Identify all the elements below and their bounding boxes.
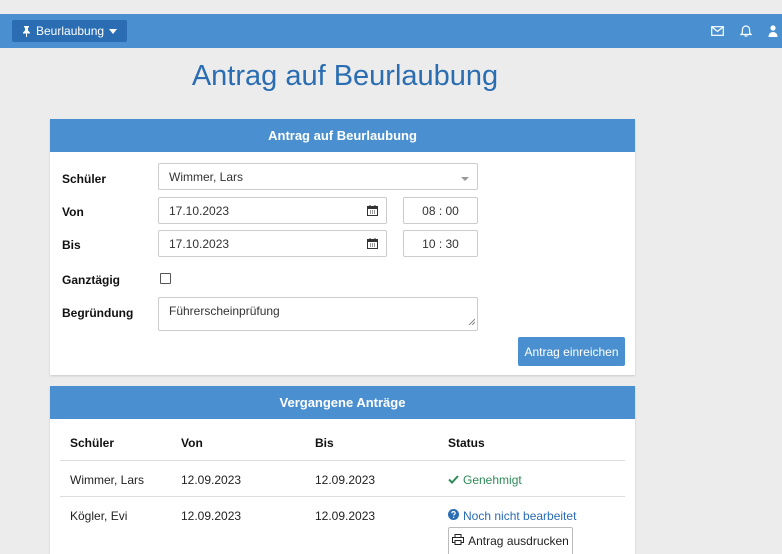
bell-icon[interactable] [740, 24, 752, 38]
column-header-status: Status [448, 436, 485, 450]
status-text: Genehmigt [463, 473, 522, 487]
select-caret-icon [461, 177, 469, 181]
check-icon [448, 473, 459, 487]
past-requests-header: Vergangene Anträge [50, 386, 635, 419]
question-circle-icon [448, 509, 459, 523]
status-badge-pending: Noch nicht bearbeitet [448, 509, 576, 523]
user-icon[interactable] [768, 25, 778, 37]
ganztaegig-checkbox[interactable] [160, 273, 171, 284]
begruendung-value: Führerscheinprüfung [169, 304, 280, 318]
von-date-value: 17.10.2023 [169, 203, 230, 218]
bis-label: Bis [62, 238, 81, 252]
row-von: 12.09.2023 [181, 509, 242, 523]
row-schueler: Wimmer, Lars [70, 473, 145, 487]
row-divider [60, 496, 625, 497]
begruendung-textarea[interactable]: Führerscheinprüfung [158, 297, 478, 331]
schueler-label: Schüler [62, 172, 107, 186]
row-von: 12.09.2023 [181, 473, 242, 487]
print-button-label: Antrag ausdrucken [468, 534, 569, 548]
printer-icon [452, 534, 465, 548]
ganztaegig-label: Ganztägig [62, 273, 121, 287]
header-divider [60, 460, 625, 461]
bis-date-input[interactable]: 17.10.2023 [158, 230, 387, 257]
past-requests-panel: Vergangene Anträge Schüler Von Bis Statu… [50, 386, 635, 554]
menu-label: Beurlaubung [36, 24, 105, 38]
von-label: Von [62, 205, 84, 219]
print-request-button[interactable]: Antrag ausdrucken [448, 527, 573, 554]
von-date-input[interactable]: 17.10.2023 [158, 197, 387, 224]
request-form-header: Antrag auf Beurlaubung [50, 119, 635, 152]
column-header-bis: Bis [315, 436, 334, 450]
resize-handle-icon[interactable] [467, 314, 476, 328]
calendar-icon[interactable] [367, 238, 378, 252]
status-badge-approved: Genehmigt [448, 473, 522, 487]
column-header-von: Von [181, 436, 203, 450]
column-header-schueler: Schüler [70, 436, 115, 450]
bis-time-input[interactable]: 10 : 30 [403, 230, 478, 257]
row-schueler: Kögler, Evi [70, 509, 128, 523]
calendar-icon[interactable] [367, 205, 378, 219]
begruendung-label: Begründung [62, 306, 134, 320]
schueler-select-value: Wimmer, Lars [169, 169, 244, 184]
caret-down-icon [109, 28, 118, 34]
bis-date-value: 17.10.2023 [169, 236, 230, 251]
top-navbar: Beurlaubung [0, 14, 782, 48]
beurlaubung-menu-button[interactable]: Beurlaubung [12, 20, 128, 42]
row-bis: 12.09.2023 [315, 509, 376, 523]
row-bis: 12.09.2023 [315, 473, 376, 487]
submit-request-button[interactable]: Antrag einreichen [518, 337, 625, 366]
page-title: Antrag auf Beurlaubung [191, 60, 499, 92]
status-text: Noch nicht bearbeitet [463, 509, 577, 523]
mail-icon[interactable] [711, 26, 724, 36]
pin-icon [22, 25, 31, 37]
schueler-select[interactable]: Wimmer, Lars [158, 163, 478, 190]
request-form-panel: Antrag auf Beurlaubung Schüler Wimmer, L… [50, 119, 635, 375]
von-time-input[interactable]: 08 : 00 [403, 197, 478, 224]
